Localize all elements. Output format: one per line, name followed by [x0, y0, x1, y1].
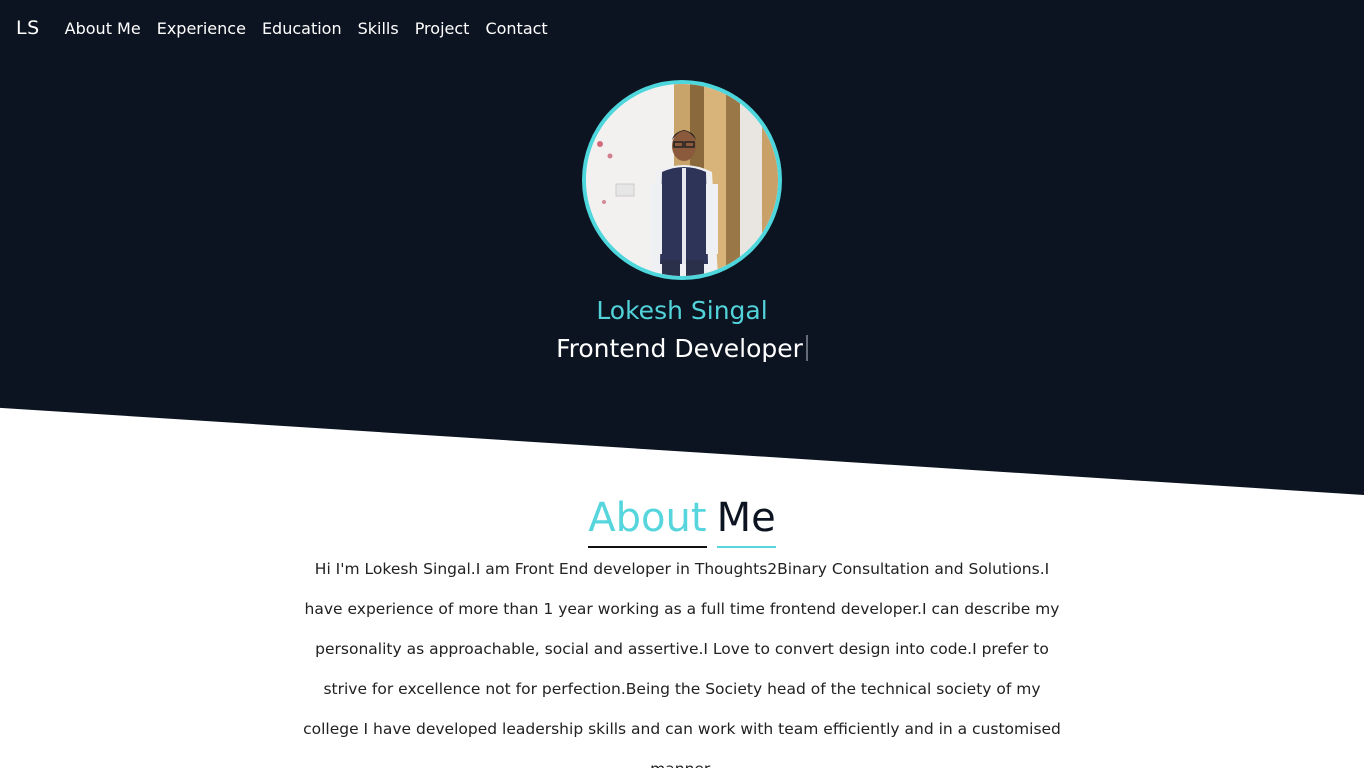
- about-paragraph: Hi I'm Lokesh Singal.I am Front End deve…: [303, 560, 1061, 768]
- nav-link-skills[interactable]: Skills: [358, 19, 399, 38]
- nav-link-education[interactable]: Education: [262, 19, 342, 38]
- nav-link-experience[interactable]: Experience: [157, 19, 246, 38]
- hero-role: Frontend Developer: [556, 334, 803, 363]
- hero-name: Lokesh Singal: [596, 296, 768, 325]
- navbar: LS About Me Experience Education Skills …: [0, 0, 1364, 56]
- about-heading-part1: About: [588, 490, 707, 548]
- about-heading-part2: Me: [716, 490, 776, 548]
- nav-link-project[interactable]: Project: [415, 19, 470, 38]
- hero-role-line: Frontend Developer: [0, 334, 1364, 363]
- about-heading: About Me: [0, 490, 1364, 548]
- nav-link-about-me[interactable]: About Me: [65, 19, 141, 38]
- profile-photo: [582, 80, 782, 280]
- page: LS About Me Experience Education Skills …: [0, 0, 1364, 768]
- typing-cursor: [805, 335, 808, 361]
- brand-logo[interactable]: LS: [16, 17, 40, 39]
- nav-link-contact[interactable]: Contact: [485, 19, 547, 38]
